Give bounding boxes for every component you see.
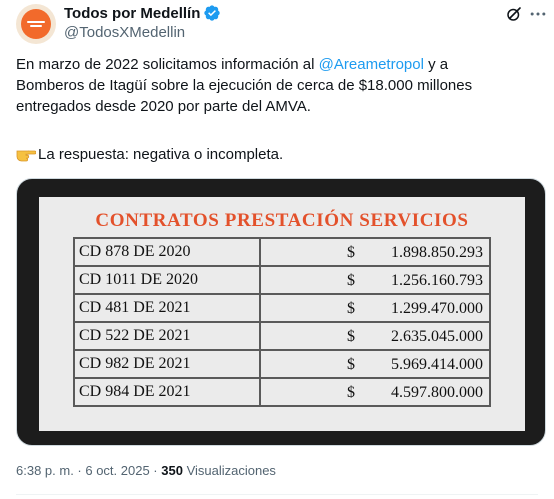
divider	[16, 494, 538, 495]
views-label: Visualizaciones	[182, 463, 276, 478]
contract-amount-cell: $1.299.470.000	[259, 293, 491, 323]
tweet-meta: 6:38 p. m. · 6 oct. 2025 · 350 Visualiza…	[16, 463, 276, 478]
contract-amount: 2.635.045.000	[391, 328, 483, 345]
author-display-name[interactable]: Todos por Medellín	[64, 5, 200, 22]
tweet-text-part: En marzo de 2022 solicitamos información…	[16, 56, 319, 73]
views-count: 350	[161, 463, 183, 478]
currency-symbol: $	[347, 300, 355, 317]
grok-icon[interactable]	[505, 5, 523, 23]
verified-badge-icon	[204, 5, 221, 21]
contract-amount-cell: $1.898.850.293	[259, 237, 491, 267]
table-row: CD 522 DE 2021 $2.635.045.000	[73, 321, 491, 351]
table-row: CD 878 DE 2020 $1.898.850.293	[73, 237, 491, 267]
tweet-image[interactable]: CONTRATOS PRESTACIÓN SERVICIOS CD 878 DE…	[16, 178, 546, 446]
currency-symbol: $	[347, 384, 355, 401]
tweet-text: En marzo de 2022 solicitamos información…	[16, 54, 516, 117]
contract-amount-cell: $5.969.414.000	[259, 349, 491, 379]
currency-symbol: $	[347, 244, 355, 261]
currency-symbol: $	[347, 328, 355, 345]
contract-amount-cell: $4.597.800.000	[259, 377, 491, 407]
contract-code: CD 522 DE 2021	[73, 321, 261, 351]
tweet-response-line: La respuesta: negativa o incompleta.	[16, 144, 283, 166]
contract-code: CD 984 DE 2021	[73, 377, 261, 407]
table-row: CD 984 DE 2021 $4.597.800.000	[73, 377, 491, 407]
contract-amount: 4.597.800.000	[391, 384, 483, 401]
timestamp[interactable]: 6:38 p. m. · 6 oct. 2025 ·	[16, 463, 161, 478]
table-title: CONTRATOS PRESTACIÓN SERVICIOS	[95, 210, 469, 231]
contract-amount: 5.969.414.000	[391, 356, 483, 373]
response-text: La respuesta: negativa o incompleta.	[38, 146, 284, 163]
contract-amount: 1.256.160.793	[391, 272, 483, 289]
contract-amount: 1.299.470.000	[391, 300, 483, 317]
more-options-icon[interactable]	[528, 4, 548, 24]
mention-link[interactable]: @Areametropol	[319, 56, 424, 73]
currency-symbol: $	[347, 272, 355, 289]
avatar-logo	[21, 9, 51, 39]
table-row: CD 481 DE 2021 $1.299.470.000	[73, 293, 491, 323]
contracts-table: CD 878 DE 2020 $1.898.850.293 CD 1011 DE 2…	[73, 237, 491, 407]
table-row: CD 982 DE 2021 $5.969.414.000	[73, 349, 491, 379]
tweet: Todos por Medellín @TodosXMedellin En ma…	[0, 0, 554, 499]
contract-code: CD 1011 DE 2020	[73, 265, 261, 295]
table-row: CD 1011 DE 2020 $1.256.160.793	[73, 265, 491, 295]
contract-amount-cell: $2.635.045.000	[259, 321, 491, 351]
contract-code: CD 481 DE 2021	[73, 293, 261, 323]
document-photo: CONTRATOS PRESTACIÓN SERVICIOS CD 878 DE…	[39, 197, 525, 431]
pointing-hand-icon	[16, 150, 36, 162]
contract-code: CD 878 DE 2020	[73, 237, 261, 267]
currency-symbol: $	[347, 356, 355, 373]
author-name-row: Todos por Medellín	[64, 4, 221, 22]
avatar[interactable]	[16, 4, 56, 44]
author-handle[interactable]: @TodosXMedellin	[64, 24, 185, 41]
contract-amount-cell: $1.256.160.793	[259, 265, 491, 295]
contract-amount: 1.898.850.293	[391, 244, 483, 261]
contract-code: CD 982 DE 2021	[73, 349, 261, 379]
